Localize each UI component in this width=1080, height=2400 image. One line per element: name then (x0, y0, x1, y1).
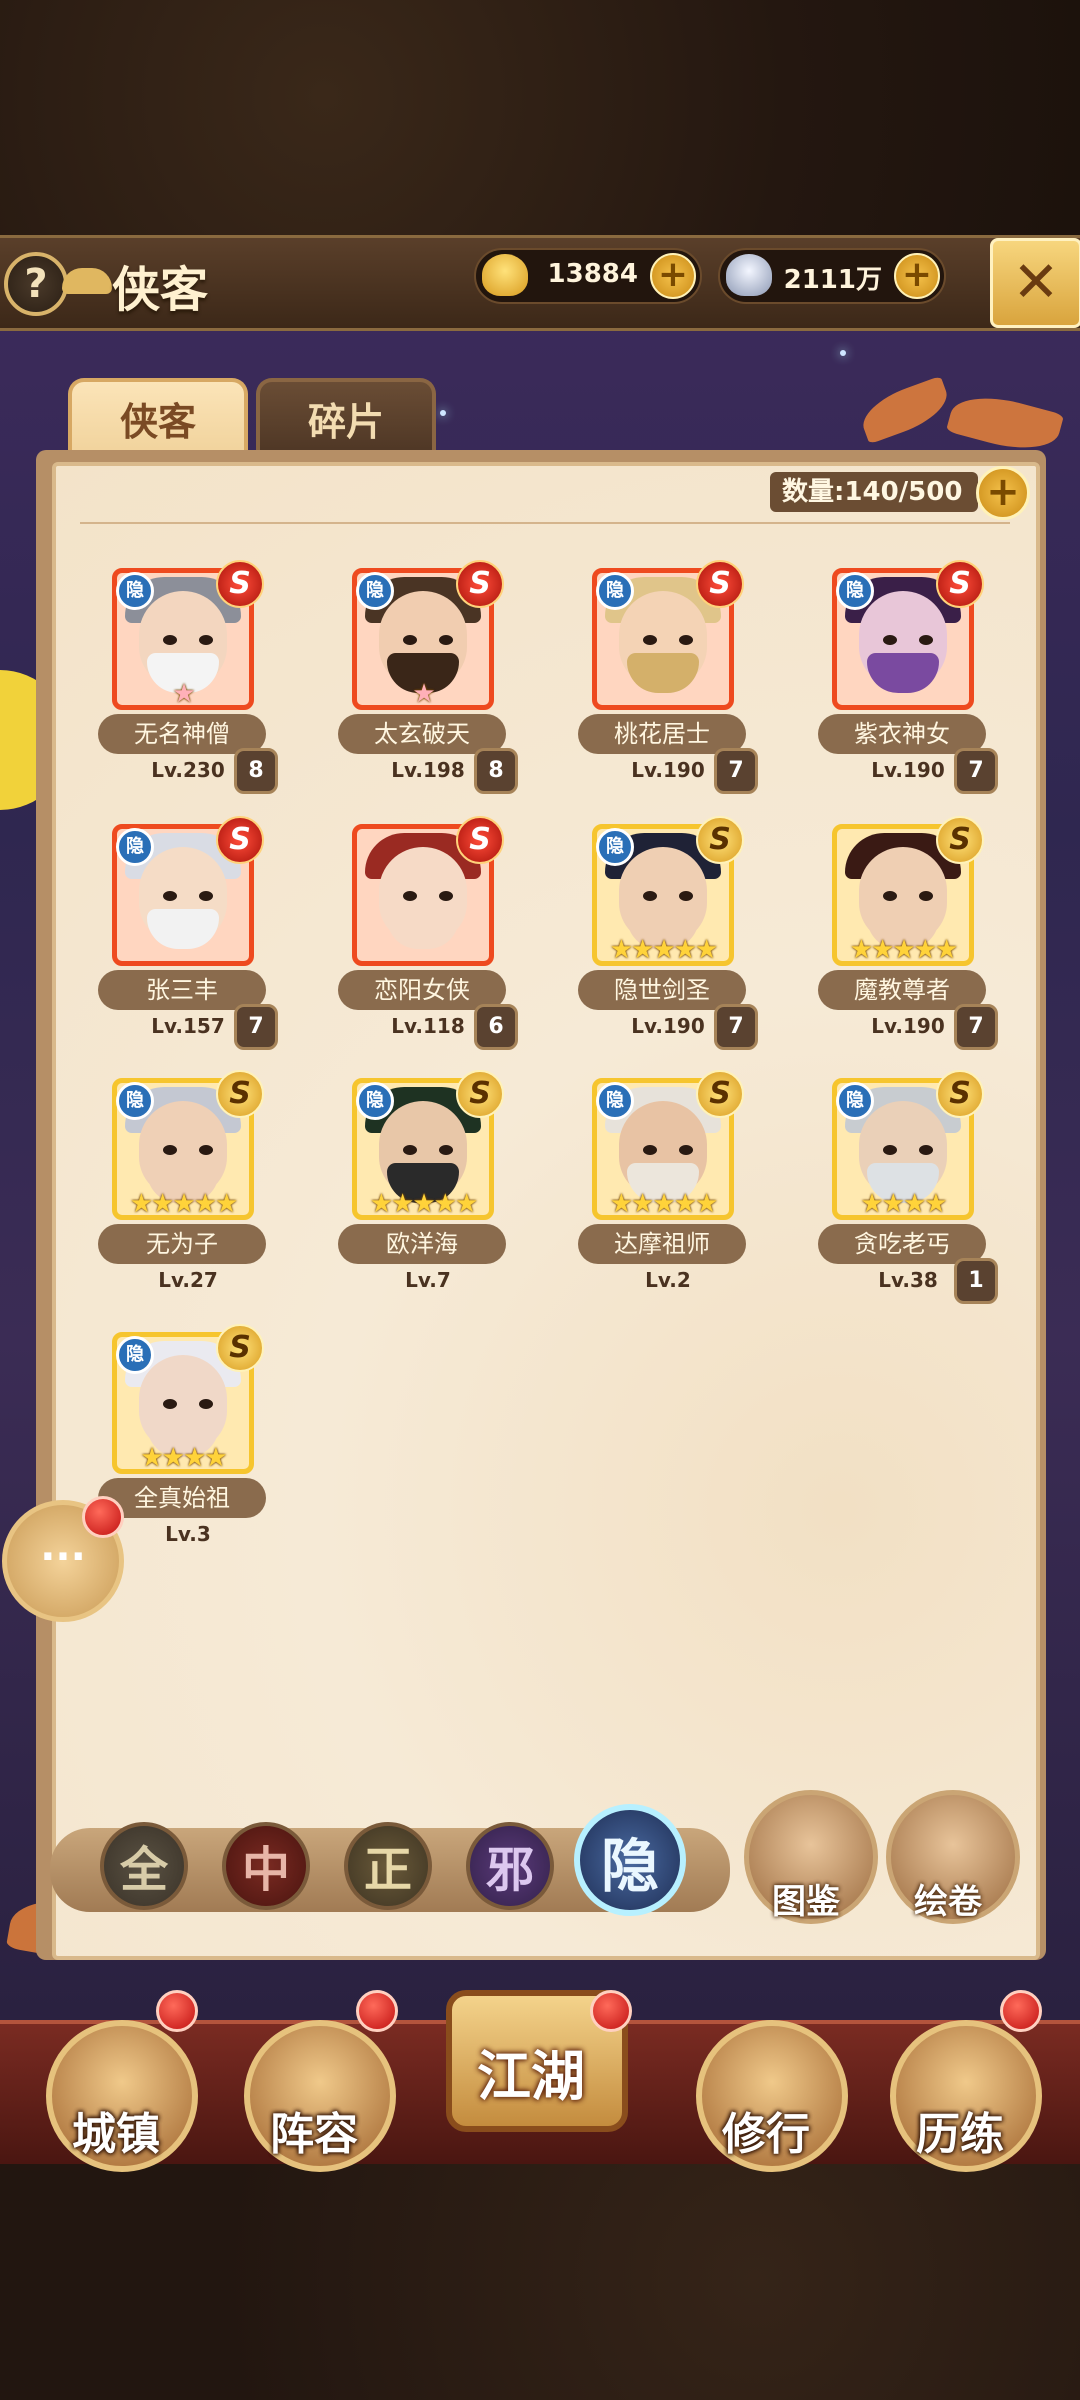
grade-s-icon: S (456, 1070, 504, 1118)
star-rating: ★★★★★ (609, 1189, 719, 1219)
star-rating: ★★★★★ (609, 935, 719, 965)
hidden-faction-tag: 隐 (116, 828, 154, 866)
rank-badge: 8 (474, 748, 518, 794)
close-button[interactable]: ✕ (990, 238, 1080, 328)
grade-s-icon: S (696, 560, 744, 608)
hidden-faction-tag: 隐 (596, 572, 634, 610)
notification-dot (590, 1990, 632, 2032)
rank-badge: 8 (234, 748, 278, 794)
hero-card[interactable]: S 恋阳女侠 Lv.118 6 (326, 816, 518, 1054)
star-rating: ★ (412, 679, 435, 709)
hero-card[interactable]: 隐 S ★★★★★ 欧洋海 Lv.7 (326, 1070, 516, 1308)
filter-righteous[interactable]: 正 (344, 1822, 432, 1910)
silver-ingot-icon (726, 254, 772, 296)
divider (80, 522, 1010, 524)
grade-s-icon: S (456, 816, 504, 864)
hero-card[interactable]: 隐 S ★★★★ 贪吃老丐 Lv.38 1 (806, 1070, 998, 1308)
rank-badge: 7 (234, 1004, 278, 1050)
hidden-faction-tag: 隐 (596, 1082, 634, 1120)
filter-evil[interactable]: 邪 (466, 1822, 554, 1910)
hero-name: 无为子 (98, 1224, 266, 1264)
grade-s-icon: S (696, 816, 744, 864)
star-rating: ★★★★★ (129, 1189, 239, 1219)
nav-practice-label: 修行 (722, 2109, 810, 2160)
cloud-icon (62, 268, 112, 294)
rank-badge: 7 (714, 748, 758, 794)
hero-level: Lv.3 (165, 1522, 211, 1546)
rank-badge: 1 (954, 1258, 998, 1304)
hero-name: 欧洋海 (338, 1224, 506, 1264)
hero-card[interactable]: 隐 S 张三丰 Lv.157 7 (86, 816, 278, 1054)
rank-badge: 7 (954, 748, 998, 794)
grade-s-icon: S (936, 816, 984, 864)
filter-all[interactable]: 全 (100, 1822, 188, 1910)
hero-card[interactable]: 隐 S ★★★★★ 无为子 Lv.27 (86, 1070, 276, 1308)
hidden-faction-tag: 隐 (356, 1082, 394, 1120)
rank-badge: 7 (714, 1004, 758, 1050)
gold-ingot-icon (482, 254, 528, 296)
hidden-faction-tag: 隐 (596, 828, 634, 866)
star-rating: ★ (172, 679, 195, 709)
notification-dot (82, 1496, 124, 1538)
hero-level: Lv.2 (645, 1268, 691, 1292)
gold-ingot-counter: 13884 + (474, 248, 702, 304)
help-button[interactable]: ? (4, 252, 68, 316)
silver-amount: 2111万 (783, 265, 882, 295)
grade-s-icon: S (936, 560, 984, 608)
grade-s-icon: S (456, 560, 504, 608)
hidden-faction-tag: 隐 (116, 1336, 154, 1374)
nav-lineup-label: 阵容 (270, 2109, 358, 2160)
hero-card[interactable]: 隐 S 紫衣神女 Lv.190 7 (806, 560, 998, 798)
page-title: 侠客 (112, 262, 209, 318)
grade-s-icon: S (216, 816, 264, 864)
notification-dot (156, 1990, 198, 2032)
silver-counter: 2111万 + (718, 248, 946, 304)
nav-town-label: 城镇 (72, 2109, 160, 2160)
rank-badge: 6 (474, 1004, 518, 1050)
hidden-faction-tag: 隐 (836, 1082, 874, 1120)
star-rating: ★★★★★ (369, 1189, 479, 1219)
bottom-background (0, 2160, 1080, 2400)
star-rating: ★★★★★ (849, 935, 959, 965)
star-rating: ★★★★ (140, 1443, 227, 1473)
hero-name: 达摩祖师 (578, 1224, 746, 1264)
hidden-faction-tag: 隐 (116, 572, 154, 610)
hero-level: Lv.27 (158, 1268, 218, 1292)
scroll-label: 绘卷 (914, 1882, 982, 1922)
hero-card[interactable]: 隐 S ★★★★★ 隐世剑圣 Lv.190 7 (566, 816, 758, 1054)
hidden-faction-tag: 隐 (356, 572, 394, 610)
grade-s-icon: S (216, 1324, 264, 1372)
gold-amount: 13884 (547, 259, 638, 289)
hero-card[interactable]: 隐 S 桃花居士 Lv.190 7 (566, 560, 758, 798)
hero-card[interactable]: S ★★★★★ 魔教尊者 Lv.190 7 (806, 816, 998, 1054)
hidden-faction-tag: 隐 (836, 572, 874, 610)
hero-level: Lv.7 (405, 1268, 451, 1292)
grade-s-icon: S (216, 1070, 264, 1118)
notification-dot (1000, 1990, 1042, 2032)
filter-hidden[interactable]: 隐 (574, 1804, 686, 1916)
top-background (0, 0, 1080, 240)
add-silver-button[interactable]: + (894, 253, 940, 299)
rank-badge: 7 (954, 1004, 998, 1050)
expand-capacity-button[interactable]: + (976, 466, 1030, 520)
hero-card[interactable]: 隐 S ★★★★★ 达摩祖师 Lv.2 (566, 1070, 756, 1308)
hero-count: 数量:140/500 (770, 472, 978, 512)
nav-jianghu-label: 江湖 (477, 2044, 585, 2108)
add-gold-button[interactable]: + (650, 253, 696, 299)
hero-card[interactable]: 隐 S ★ 太玄破天 Lv.198 8 (326, 560, 518, 798)
nav-trial-label: 历练 (916, 2109, 1004, 2160)
grade-s-icon: S (936, 1070, 984, 1118)
codex-label: 图鉴 (772, 1882, 840, 1922)
star-rating: ★★★★ (860, 1189, 947, 1219)
hidden-faction-tag: 隐 (116, 1082, 154, 1120)
grade-s-icon: S (696, 1070, 744, 1118)
filter-neutral[interactable]: 中 (222, 1822, 310, 1910)
notification-dot (356, 1990, 398, 2032)
grade-s-icon: S (216, 560, 264, 608)
hero-card[interactable]: 隐 S ★ 无名神僧 Lv.230 8 (86, 560, 278, 798)
